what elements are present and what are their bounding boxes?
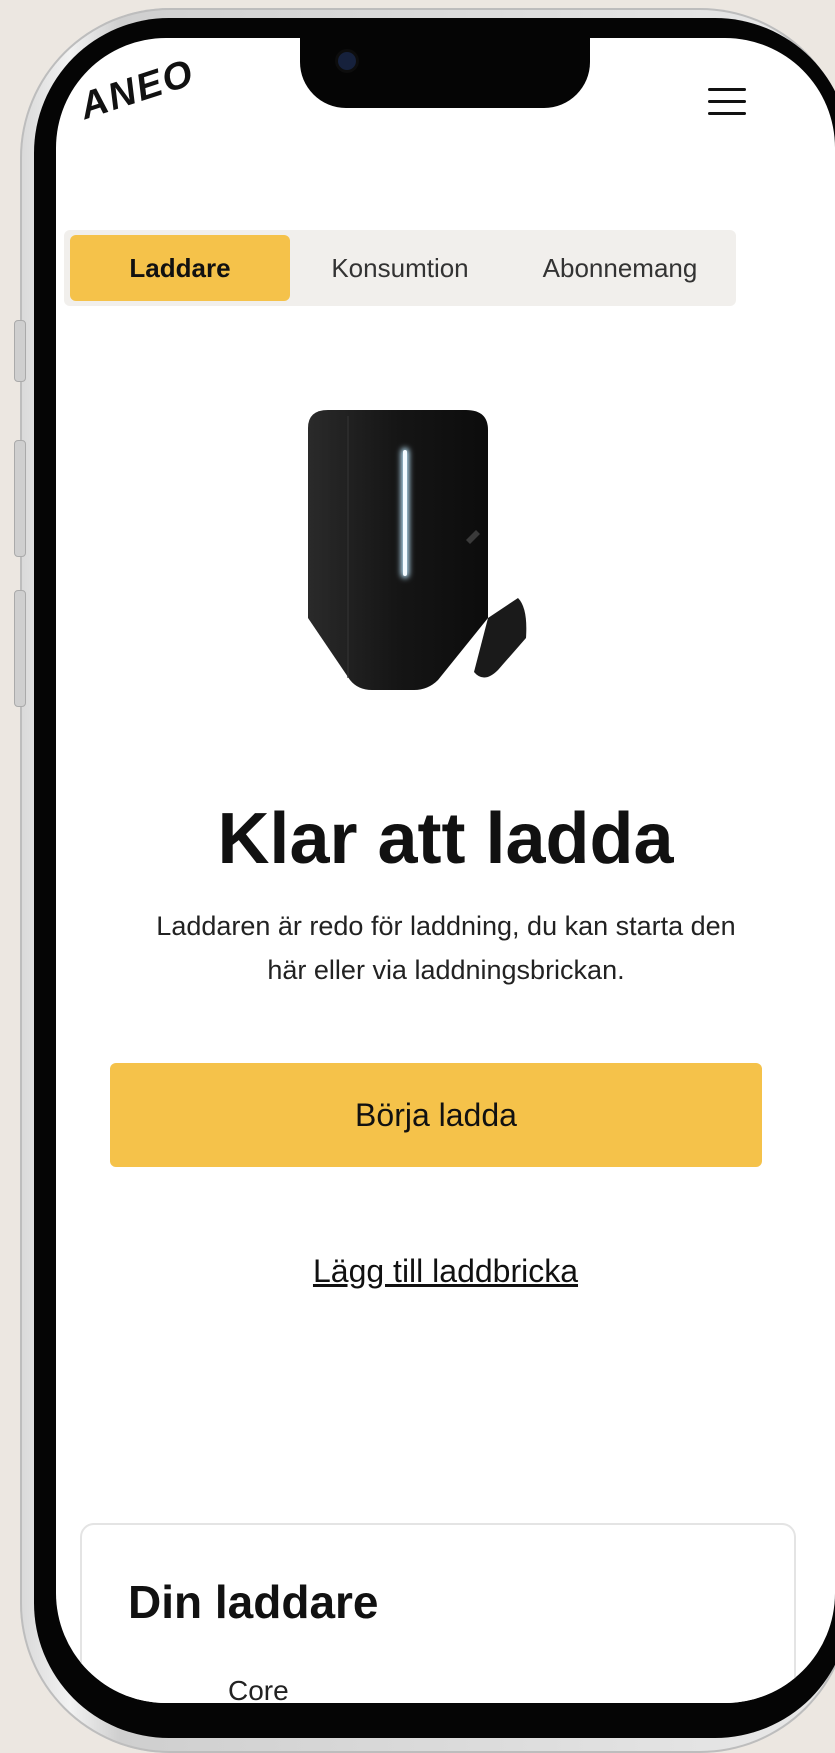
tab-abonnemang[interactable]: Abonnemang bbox=[510, 235, 730, 301]
charger-info-card: Din laddare Core bbox=[80, 1523, 796, 1703]
add-charging-tag-link[interactable]: Lägg till laddbricka bbox=[56, 1253, 835, 1290]
phone-notch bbox=[300, 38, 590, 108]
status-title: Klar att ladda bbox=[217, 799, 674, 879]
phone-screen: ANEO Laddare Konsumtion Abonnemang Klar … bbox=[56, 38, 835, 1703]
start-charging-button[interactable]: Börja ladda bbox=[110, 1063, 762, 1167]
front-camera-icon bbox=[338, 52, 356, 70]
phone-mute-switch bbox=[14, 320, 26, 382]
hamburger-menu-icon[interactable] bbox=[708, 88, 746, 118]
phone-volume-down-button bbox=[14, 590, 26, 707]
ev-charger-image bbox=[308, 410, 527, 690]
status-description: Laddaren är redo för laddning, du kan st… bbox=[156, 911, 736, 985]
charger-model-label: Core bbox=[228, 1675, 289, 1703]
tab-bar: Laddare Konsumtion Abonnemang bbox=[64, 230, 736, 306]
card-title: Din laddare bbox=[128, 1576, 379, 1628]
phone-volume-up-button bbox=[14, 440, 26, 557]
tab-laddare[interactable]: Laddare bbox=[70, 235, 290, 301]
tab-konsumtion[interactable]: Konsumtion bbox=[290, 235, 510, 301]
